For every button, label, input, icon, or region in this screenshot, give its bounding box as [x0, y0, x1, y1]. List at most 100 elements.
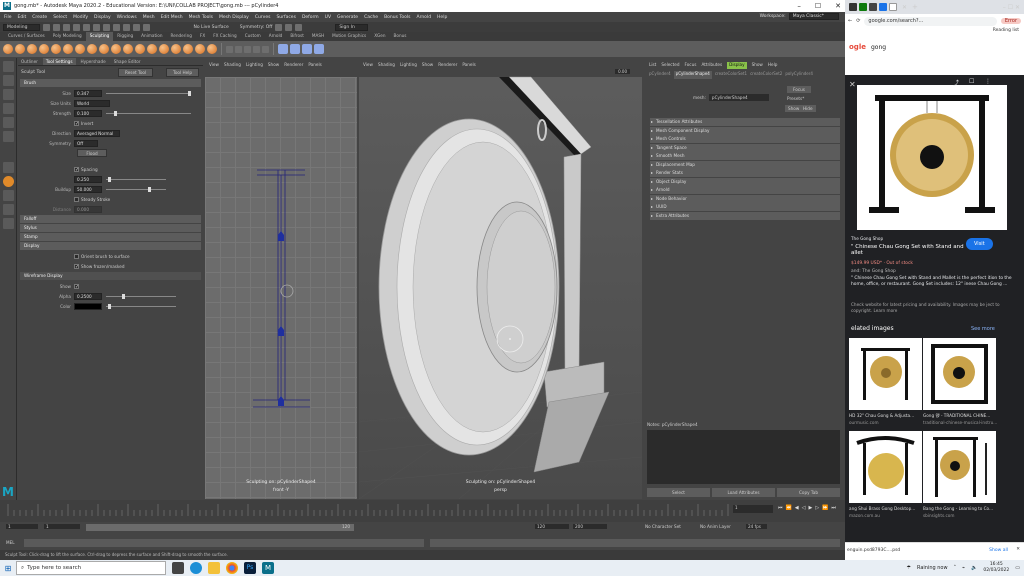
- load-freeze-icon[interactable]: [262, 45, 269, 53]
- go-to-start-icon[interactable]: ⏮: [778, 505, 783, 511]
- back-icon[interactable]: ←: [848, 18, 852, 24]
- freeze-brush-icon[interactable]: [207, 44, 217, 54]
- close-panel-icon[interactable]: ✕: [849, 80, 856, 89]
- related-thumb-4-title[interactable]: Bang the Gong - Learning to Co...: [923, 506, 993, 511]
- four-view-icon[interactable]: [3, 190, 14, 201]
- windows-start-icon[interactable]: ⊞: [0, 560, 16, 576]
- direction-select[interactable]: Averaged Normal: [74, 129, 120, 137]
- steady-stroke-checkbox[interactable]: [74, 196, 79, 202]
- show-frozen-checkbox[interactable]: [74, 263, 79, 269]
- shelf-tab-curves-surfaces[interactable]: Curves / Surfaces: [4, 32, 49, 41]
- shelf-tab-animation[interactable]: Animation: [137, 32, 166, 41]
- related-thumb-2[interactable]: [923, 338, 996, 410]
- range-start-field[interactable]: 1: [6, 524, 38, 529]
- menu-file[interactable]: File: [4, 15, 12, 20]
- smooth-brush-icon[interactable]: [15, 44, 25, 54]
- select-object-icon[interactable]: [103, 23, 111, 31]
- menu-edit[interactable]: Edit: [18, 15, 27, 20]
- range-end-field[interactable]: 120: [535, 524, 569, 529]
- sculpt-layer-icon[interactable]: [290, 44, 300, 54]
- taskbar-search[interactable]: ⌕ Type here to search: [16, 561, 166, 575]
- select-hierarchy-icon[interactable]: [93, 23, 101, 31]
- chrome-window-controls[interactable]: – ☐ ✕: [1003, 4, 1020, 11]
- step-forward-key-icon[interactable]: ⏩: [822, 505, 828, 511]
- close-download-bar-icon[interactable]: ✕: [1016, 547, 1020, 552]
- play-forward-icon[interactable]: ▶: [808, 505, 812, 511]
- panel-tab-shape-editor[interactable]: Shape Editor: [111, 58, 144, 65]
- freeze-all-icon[interactable]: [226, 45, 233, 53]
- flatten-brush-icon[interactable]: [63, 44, 73, 54]
- single-view-icon[interactable]: [3, 162, 14, 173]
- menu-bonus-tools[interactable]: Bonus Tools: [384, 15, 410, 20]
- strength-field[interactable]: 0.100: [74, 109, 102, 117]
- imprint-brush-icon[interactable]: [111, 44, 121, 54]
- tab-favicon-icon[interactable]: [859, 3, 867, 11]
- related-thumb-3[interactable]: [849, 431, 922, 503]
- spacing-field[interactable]: 0.250: [74, 175, 102, 183]
- shelf-tab-sculpting[interactable]: Sculpting: [85, 32, 114, 41]
- smear-brush-icon[interactable]: [171, 44, 181, 54]
- mode-select[interactable]: Modeling: [3, 23, 41, 31]
- maya-taskbar-icon[interactable]: M: [262, 562, 274, 574]
- current-frame-field[interactable]: 1: [733, 505, 773, 513]
- tray-expand-icon[interactable]: ˄: [954, 565, 957, 571]
- sculpt-tool-icon[interactable]: [3, 176, 14, 187]
- new-scene-icon[interactable]: [43, 23, 51, 31]
- attr-section-object-display[interactable]: Object Display: [650, 177, 840, 186]
- shelf-tab-fx[interactable]: FX: [196, 32, 209, 41]
- related-thumb-2-title[interactable]: Gong 锣 - TRADITIONAL CHINE...: [923, 413, 990, 419]
- snap-curve-icon[interactable]: [133, 23, 141, 31]
- search-query[interactable]: gong: [871, 44, 886, 51]
- related-thumb-1-title[interactable]: HD 32" Chau Gong & Adjusta...: [849, 413, 914, 418]
- menu-curves[interactable]: Curves: [255, 15, 271, 20]
- file-explorer-icon[interactable]: [208, 562, 220, 574]
- attr-menu-display[interactable]: Display: [727, 62, 747, 69]
- attr-tab-createcolorset1[interactable]: createColorSet1: [715, 71, 747, 79]
- reset-tool-button[interactable]: Reset Tool: [118, 68, 154, 77]
- wax-brush-icon[interactable]: [123, 44, 133, 54]
- shelf-tab-rendering[interactable]: Rendering: [167, 32, 196, 41]
- error-badge[interactable]: Error: [1000, 18, 1021, 24]
- retopo-icon[interactable]: [314, 44, 324, 54]
- select-tool-icon[interactable]: [3, 61, 14, 72]
- photoshop-icon[interactable]: Ps: [244, 562, 256, 574]
- blend-shape-icon[interactable]: [278, 44, 288, 54]
- time-slider[interactable]: 1 ⏮ ⏪ ◀ ◁ ▶ ▷ ⏩ ⏭: [0, 500, 845, 522]
- sign-in-select[interactable]: Sign In: [335, 23, 368, 31]
- tab-favicon-icon[interactable]: [849, 3, 857, 11]
- presets-button[interactable]: Presets*: [787, 96, 804, 101]
- weather-icon[interactable]: ☂: [906, 565, 910, 571]
- snap-point-icon[interactable]: [143, 23, 151, 31]
- shelf-tab-mash[interactable]: MASH: [308, 32, 328, 41]
- brush-section[interactable]: Brush: [20, 79, 201, 87]
- character-set-select[interactable]: No Character Set: [645, 524, 681, 529]
- attr-section-smooth-mesh[interactable]: Smooth Mesh: [650, 152, 840, 160]
- menu-display[interactable]: Display: [94, 15, 111, 20]
- menu-edit-mesh[interactable]: Edit Mesh: [161, 15, 183, 20]
- attr-section-uuid[interactable]: UUID: [650, 203, 840, 211]
- sculpt-brush-icon[interactable]: [3, 44, 13, 54]
- falloff-section[interactable]: Falloff: [20, 215, 201, 223]
- step-back-key-icon[interactable]: ⏪: [786, 505, 792, 511]
- shelf-tab-motion-graphics[interactable]: Motion Graphics: [328, 32, 370, 41]
- mel-input[interactable]: [24, 539, 424, 547]
- clock[interactable]: 16:45 02/03/2022: [983, 562, 1009, 574]
- paint-select-tool-icon[interactable]: [3, 89, 14, 100]
- attr-section-node-behavior[interactable]: Node Behavior: [650, 194, 840, 203]
- attr-menu-focus[interactable]: Focus: [684, 62, 696, 69]
- attr-section-displacement-map[interactable]: Displacement Map: [650, 160, 840, 169]
- alpha-field[interactable]: 0.2500: [74, 292, 102, 300]
- shelf-tab-rigging[interactable]: Rigging: [113, 32, 137, 41]
- attr-menu-list[interactable]: List: [649, 62, 656, 69]
- attr-menu-help[interactable]: Help: [768, 62, 778, 69]
- google-logo[interactable]: ogle: [849, 43, 866, 51]
- menu-modify[interactable]: Modify: [73, 15, 88, 20]
- download-item[interactable]: enguin.psd8793C....psd: [847, 548, 900, 553]
- weather-text[interactable]: Raining now: [917, 565, 948, 571]
- range-max-field[interactable]: 200: [573, 524, 607, 529]
- shelf-tab-xgen[interactable]: XGen: [370, 32, 389, 41]
- save-icon[interactable]: ☐: [969, 78, 974, 85]
- gong-main-image[interactable]: [857, 85, 1007, 230]
- shop-name[interactable]: The Gong Shop: [851, 236, 883, 241]
- range-inner-start-field[interactable]: 1: [44, 524, 80, 529]
